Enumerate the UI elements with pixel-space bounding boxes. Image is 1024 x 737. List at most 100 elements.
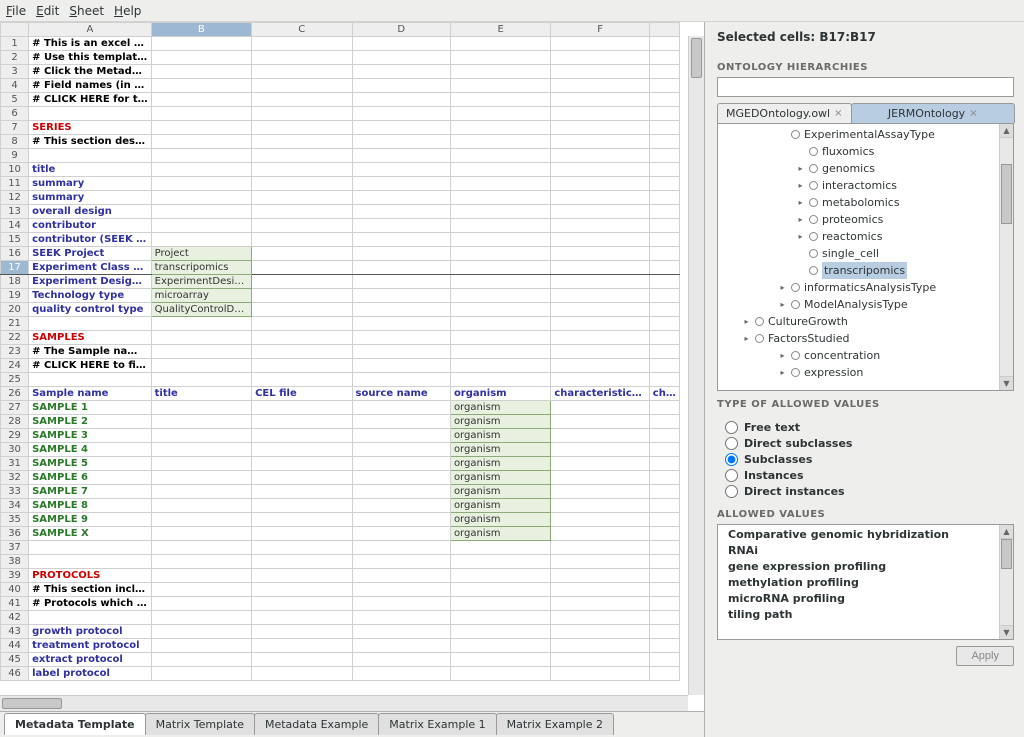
cell[interactable]: growth protocol	[29, 625, 152, 639]
row-header[interactable]: 28	[1, 415, 29, 429]
tree-toggle-icon[interactable]: ▸	[796, 215, 805, 224]
cell[interactable]	[352, 513, 450, 527]
col-header-B[interactable]: B	[151, 23, 251, 37]
menu-edit[interactable]: Edit	[36, 4, 59, 18]
row-header[interactable]: 5	[1, 93, 29, 107]
row-16[interactable]: 16SEEK ProjectProject	[1, 247, 680, 261]
cell[interactable]	[352, 653, 450, 667]
sheet-tab[interactable]: Matrix Template	[145, 713, 255, 735]
cell[interactable]	[252, 555, 352, 569]
row-header[interactable]: 34	[1, 499, 29, 513]
row-header[interactable]: 2	[1, 51, 29, 65]
tree-toggle-icon[interactable]: ▸	[778, 283, 787, 292]
cell[interactable]	[352, 163, 450, 177]
row-header[interactable]: 32	[1, 471, 29, 485]
cell[interactable]	[649, 555, 679, 569]
cell[interactable]: # The Sample name…	[29, 345, 152, 359]
tree-node[interactable]: ExperimentalAssayType	[722, 126, 1013, 143]
row-7[interactable]: 7SERIES	[1, 121, 680, 135]
cell[interactable]	[352, 79, 450, 93]
cell[interactable]	[450, 331, 550, 345]
allowed-type-option[interactable]: Subclasses	[725, 453, 1014, 466]
cell[interactable]	[450, 303, 550, 317]
cell[interactable]	[151, 625, 251, 639]
row-header[interactable]: 39	[1, 569, 29, 583]
cell[interactable]	[649, 527, 679, 541]
cell[interactable]	[649, 597, 679, 611]
cell[interactable]	[252, 429, 352, 443]
tree-node[interactable]: ▸interactomics	[722, 177, 1013, 194]
col-header-D[interactable]: D	[352, 23, 450, 37]
close-icon[interactable]: ×	[834, 108, 842, 119]
cell[interactable]	[551, 205, 649, 219]
cell[interactable]	[551, 401, 649, 415]
cell[interactable]: summary	[29, 191, 152, 205]
cell[interactable]	[551, 583, 649, 597]
row-21[interactable]: 21	[1, 317, 680, 331]
cell[interactable]	[252, 149, 352, 163]
row-header[interactable]: 6	[1, 107, 29, 121]
cell[interactable]	[551, 275, 649, 289]
cell[interactable]	[352, 191, 450, 205]
cell[interactable]	[252, 331, 352, 345]
cell[interactable]	[352, 359, 450, 373]
cell[interactable]	[450, 639, 550, 653]
cell[interactable]: # This section includes pr…	[29, 583, 152, 597]
cell[interactable]	[649, 499, 679, 513]
cell[interactable]: organism	[450, 415, 550, 429]
cell[interactable]	[352, 485, 450, 499]
cell[interactable]	[151, 345, 251, 359]
cell[interactable]	[352, 583, 450, 597]
row-header[interactable]: 25	[1, 373, 29, 387]
cell[interactable]	[649, 65, 679, 79]
cell[interactable]	[551, 625, 649, 639]
cell[interactable]	[551, 191, 649, 205]
row-28[interactable]: 28SAMPLE 2organism	[1, 415, 680, 429]
row-40[interactable]: 40# This section includes pr…	[1, 583, 680, 597]
cell[interactable]	[151, 569, 251, 583]
cell[interactable]	[29, 107, 152, 121]
cell[interactable]	[252, 93, 352, 107]
cell[interactable]	[551, 471, 649, 485]
cell[interactable]	[252, 583, 352, 597]
cell[interactable]: title	[151, 387, 251, 401]
cell[interactable]	[151, 121, 251, 135]
cell[interactable]	[151, 415, 251, 429]
cell[interactable]	[151, 135, 251, 149]
tree-node[interactable]: ▸CultureGrowth	[722, 313, 1013, 330]
cell[interactable]: organism	[450, 499, 550, 513]
allowed-type-option[interactable]: Instances	[725, 469, 1014, 482]
row-header[interactable]: 46	[1, 667, 29, 681]
cell[interactable]	[352, 331, 450, 345]
cell[interactable]	[649, 317, 679, 331]
row-header[interactable]: 40	[1, 583, 29, 597]
cell[interactable]	[649, 93, 679, 107]
cell[interactable]	[252, 625, 352, 639]
row-header[interactable]: 7	[1, 121, 29, 135]
cell[interactable]: # Click the Metadata Ex…	[29, 65, 152, 79]
cell[interactable]	[649, 247, 679, 261]
cell[interactable]	[450, 191, 550, 205]
cell[interactable]	[29, 611, 152, 625]
row-32[interactable]: 32SAMPLE 6organism	[1, 471, 680, 485]
row-38[interactable]: 38	[1, 555, 680, 569]
row-header[interactable]: 27	[1, 401, 29, 415]
cell[interactable]	[151, 471, 251, 485]
cell[interactable]: organism	[450, 457, 550, 471]
cell[interactable]	[450, 345, 550, 359]
cell[interactable]	[450, 541, 550, 555]
cell[interactable]	[551, 513, 649, 527]
cell[interactable]	[151, 597, 251, 611]
cell[interactable]	[450, 219, 550, 233]
cell[interactable]	[450, 667, 550, 681]
row-39[interactable]: 39PROTOCOLS	[1, 569, 680, 583]
cell[interactable]	[151, 527, 251, 541]
cell[interactable]	[151, 65, 251, 79]
allowed-value-item[interactable]: RNAi	[722, 543, 997, 559]
row-1[interactable]: 1# This is an excel templ…	[1, 37, 680, 51]
cell[interactable]	[450, 107, 550, 121]
row-header[interactable]: 23	[1, 345, 29, 359]
cell[interactable]: SAMPLE 4	[29, 443, 152, 457]
cell[interactable]	[352, 499, 450, 513]
cell[interactable]	[649, 79, 679, 93]
